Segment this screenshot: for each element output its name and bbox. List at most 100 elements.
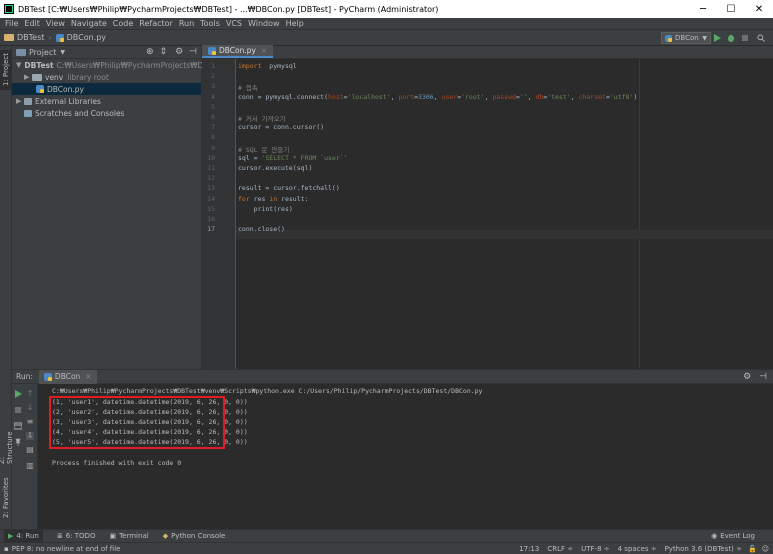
tree-item-venv[interactable]: ▶ venv library root: [12, 71, 201, 83]
search-everywhere-icon[interactable]: [757, 34, 765, 42]
bottom-tool-bar: ▶ 4: Run ≣ 6: TODO ▣ Terminal ◆ Python C…: [0, 529, 773, 542]
console-exit-line: Process finished with exit code 0: [52, 459, 182, 467]
run-icon: ▶: [8, 532, 14, 540]
close-tab-icon[interactable]: ×: [85, 372, 91, 381]
tab-event-log[interactable]: ◉ Event Log: [711, 532, 755, 540]
print-icon[interactable]: ▤: [26, 446, 34, 454]
menu-bar: File Edit View Navigate Code Refactor Ru…: [0, 18, 773, 30]
project-panel-title[interactable]: Project: [29, 48, 56, 57]
debug-icon[interactable]: [727, 34, 735, 42]
line-number: 12: [207, 174, 215, 183]
breadcrumb-project[interactable]: DBTest: [0, 33, 44, 42]
editor-tab-bar: DBCon.py ×: [202, 45, 773, 59]
hide-panel-icon[interactable]: ⊣: [189, 47, 197, 57]
run-toolbar-primary: [12, 384, 24, 530]
gear-icon[interactable]: ⚙: [175, 47, 183, 57]
menu-refactor[interactable]: Refactor: [137, 19, 177, 28]
code-line: cursor = conn.cursor(): [238, 123, 325, 132]
tab-python-console[interactable]: ◆ Python Console: [163, 532, 226, 540]
left-tool-strip: 1: Project Z: Structure 2: Favorites: [0, 46, 14, 529]
tree-item-scratches[interactable]: Scratches and Consoles: [12, 107, 201, 119]
run-panel-label: Run:: [16, 372, 33, 381]
menu-run[interactable]: Run: [177, 19, 198, 28]
tab-project[interactable]: 1: Project: [0, 50, 12, 90]
code-line: print(res): [238, 204, 293, 213]
tree-item-external-libraries[interactable]: ▶ External Libraries: [12, 95, 201, 107]
status-interpreter[interactable]: Python 3.6 (DBTest) ÷: [665, 545, 742, 553]
stop-icon[interactable]: [14, 406, 22, 414]
close-tab-icon[interactable]: ×: [261, 47, 267, 55]
tab-structure[interactable]: Z: Structure: [0, 424, 14, 464]
code-line: # 접속: [238, 84, 258, 93]
project-view-icon: [16, 48, 26, 56]
menu-edit[interactable]: Edit: [22, 19, 44, 28]
run-configuration-select[interactable]: DBCon ▼: [661, 32, 711, 44]
tab-favorites[interactable]: 2: Favorites: [0, 476, 12, 520]
rerun-icon[interactable]: [14, 390, 22, 398]
menu-navigate[interactable]: Navigate: [69, 19, 111, 28]
breadcrumb-file-label: DBCon.py: [66, 33, 107, 42]
tab-terminal-label: Terminal: [119, 532, 149, 540]
hide-panel-icon[interactable]: ⊣: [759, 372, 767, 382]
terminal-icon: ▣: [109, 532, 117, 540]
minimize-button[interactable]: ─: [689, 0, 717, 18]
line-number: 6: [211, 113, 215, 121]
toggle-tool-windows-icon[interactable]: ▪: [4, 545, 9, 553]
locate-file-icon[interactable]: ⊕: [146, 47, 154, 57]
code-line: cursor.execute(sql): [238, 164, 313, 172]
tab-todo-label: 6: TODO: [65, 532, 96, 540]
run-icon[interactable]: [713, 34, 721, 42]
maximize-button[interactable]: ☐: [717, 0, 745, 18]
line-number: 15: [207, 204, 215, 213]
line-number: 16: [207, 215, 215, 223]
gear-icon[interactable]: ⚙: [743, 372, 751, 382]
pin-tab-icon[interactable]: [14, 438, 22, 446]
todo-icon: ≣: [56, 532, 63, 540]
chevron-down-icon: ▼: [16, 61, 22, 69]
tab-run[interactable]: ▶ 4: Run: [4, 530, 43, 542]
collapse-all-icon[interactable]: ⇕: [160, 47, 168, 57]
library-icon: [24, 97, 32, 105]
arrow-down-icon[interactable]: ↓: [26, 404, 34, 412]
status-caret-position[interactable]: 17:13: [519, 545, 539, 553]
stop-icon[interactable]: [741, 34, 749, 42]
folder-icon: [4, 34, 14, 41]
menu-vcs[interactable]: VCS: [224, 19, 246, 28]
menu-file[interactable]: File: [3, 19, 22, 28]
menu-code[interactable]: Code: [111, 19, 137, 28]
close-button[interactable]: ✕: [745, 0, 773, 18]
trash-icon[interactable]: ▥: [26, 462, 34, 470]
pycharm-logo-icon: [4, 4, 14, 14]
run-tab-dbcon[interactable]: DBCon ×: [38, 369, 97, 384]
chevron-down-icon[interactable]: ▼: [60, 49, 65, 56]
breadcrumb-file[interactable]: DBCon.py: [55, 33, 107, 42]
tree-item-file[interactable]: DBCon.py: [12, 83, 201, 95]
menu-tools[interactable]: Tools: [198, 19, 224, 28]
line-number: 10: [207, 153, 215, 162]
lock-icon[interactable]: 🔓: [748, 545, 757, 553]
restore-layout-icon[interactable]: [14, 422, 22, 430]
menu-help[interactable]: Help: [284, 19, 308, 28]
python-file-icon: [43, 372, 52, 381]
status-line-separator[interactable]: CRLF ÷: [547, 545, 573, 553]
line-number: 4: [211, 92, 215, 101]
folder-icon: [32, 73, 42, 81]
status-encoding[interactable]: UTF-8 ÷: [581, 545, 610, 553]
line-number: 1: [211, 62, 215, 70]
line-number: 3: [211, 82, 215, 91]
tab-terminal[interactable]: ▣ Terminal: [109, 532, 148, 540]
menu-view[interactable]: View: [44, 19, 69, 28]
chevron-down-icon: ▼: [702, 34, 707, 42]
tab-todo[interactable]: ≣ 6: TODO: [57, 532, 96, 540]
scroll-to-end-icon[interactable]: ⇩: [26, 432, 34, 440]
soft-wrap-icon[interactable]: ≡: [26, 418, 34, 426]
inspector-icon[interactable]: ☺: [762, 545, 769, 553]
run-tab-label: DBCon: [54, 372, 81, 381]
run-console-output[interactable]: C:₩Users₩Philip₩PycharmProjects₩DBTest₩v…: [39, 384, 773, 530]
arrow-up-icon[interactable]: ↑: [26, 390, 34, 398]
status-indent[interactable]: 4 spaces ÷: [618, 545, 657, 553]
line-number: 7: [211, 123, 215, 132]
tree-item-project-root[interactable]: ▼ DBTest C:₩Users₩Philip₩PycharmProjects…: [12, 59, 223, 71]
menu-window[interactable]: Window: [246, 19, 284, 28]
tab-dbcon-py[interactable]: DBCon.py ×: [202, 45, 273, 58]
